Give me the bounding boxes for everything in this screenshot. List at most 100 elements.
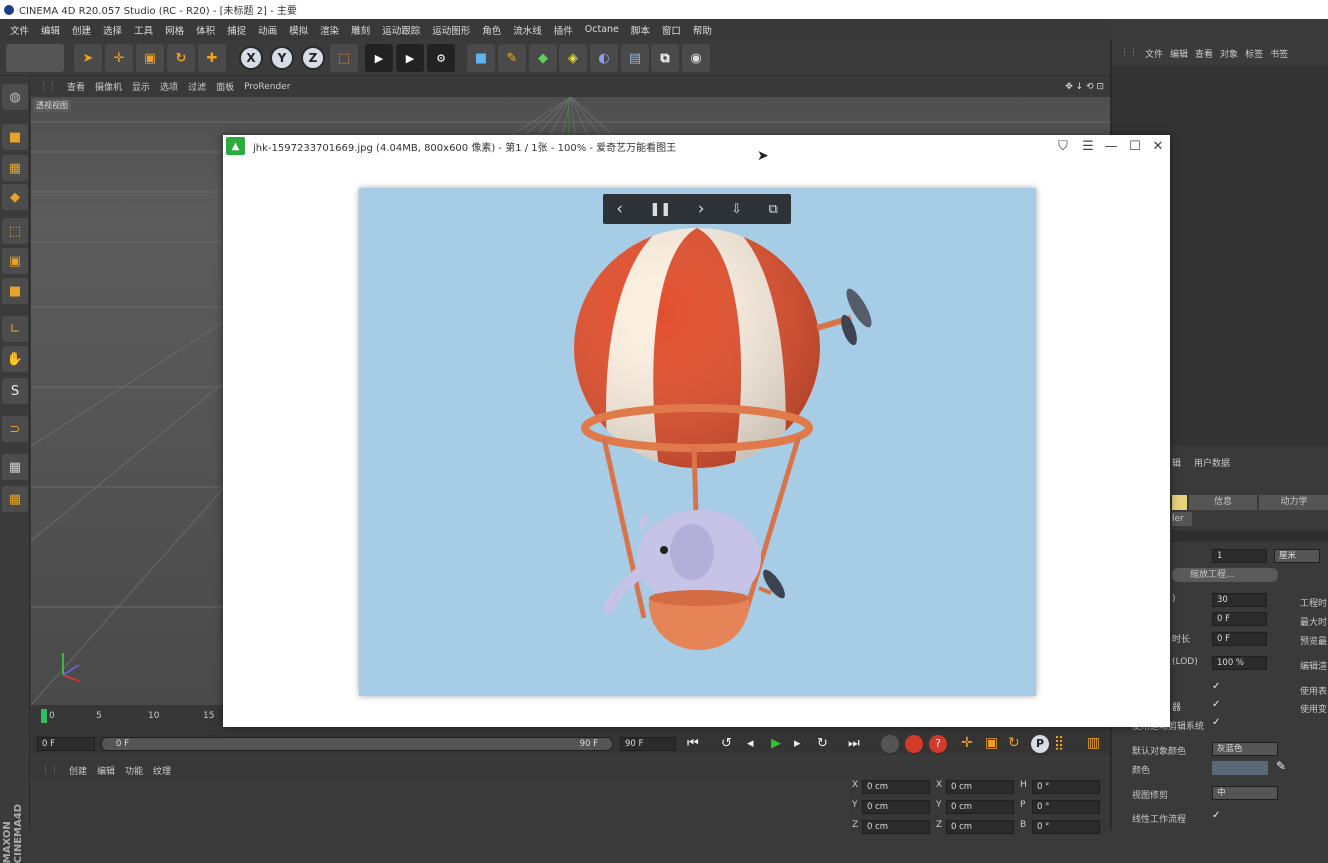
previous-image-icon[interactable]: ‹ — [616, 199, 623, 219]
prev-key-icon[interactable]: ↺ — [721, 736, 732, 751]
position-z-field[interactable]: 0 cm — [862, 820, 930, 834]
pen-icon[interactable]: ✎ — [498, 44, 526, 72]
rotate-icon[interactable]: ↻ — [167, 44, 195, 72]
view-clip-dropdown[interactable]: 中 — [1212, 786, 1278, 800]
color-swatch[interactable] — [1212, 761, 1268, 775]
objects-menu-view[interactable]: 查看 — [1195, 47, 1213, 60]
size-z-field[interactable]: 0 cm — [946, 820, 1014, 834]
timeline-window-icon[interactable]: ▥ — [1087, 735, 1100, 751]
workplane-grid-icon[interactable]: ▦ — [2, 486, 28, 512]
close-icon[interactable]: ✕ — [1148, 137, 1168, 155]
viewport-menu-filter[interactable]: 过滤 — [188, 80, 206, 93]
check-icon[interactable]: ✓ — [1212, 681, 1220, 692]
download-icon[interactable]: ⇩ — [731, 202, 742, 217]
workplane-lock-icon[interactable]: ▦ — [2, 454, 28, 480]
check-icon[interactable]: ✓ — [1212, 810, 1220, 821]
menu-sculpt[interactable]: 雕刻 — [345, 23, 376, 37]
camera-icon[interactable]: ⧉ — [651, 44, 679, 72]
magnet-icon[interactable]: ⊃ — [2, 416, 28, 442]
viewport-nav-icon[interactable]: ✥ ↓ ⟲ ⊡ — [1065, 82, 1104, 92]
end-frame-field[interactable]: 90 F — [620, 737, 676, 751]
key-move-icon[interactable]: ✛ — [961, 735, 973, 751]
snap-icon[interactable]: S — [2, 378, 28, 404]
transform-icon[interactable]: ✚ — [198, 44, 226, 72]
record-off-icon[interactable] — [881, 735, 899, 753]
array-icon[interactable]: ◈ — [559, 44, 587, 72]
material-menu-edit[interactable]: 编辑 — [97, 764, 115, 777]
lod-field[interactable]: 100 % — [1212, 656, 1267, 670]
viewport-menu-display[interactable]: 显示 — [132, 80, 150, 93]
menu-mesh[interactable]: 网格 — [159, 23, 190, 37]
position-y-field[interactable]: 0 cm — [862, 800, 930, 814]
material-menu-function[interactable]: 功能 — [125, 764, 143, 777]
menu-render[interactable]: 渲染 — [314, 23, 345, 37]
render-picture-viewer-icon[interactable]: ▶ — [396, 44, 424, 72]
menu-icon[interactable]: ☰ — [1078, 137, 1098, 155]
skin-icon[interactable]: ⛉ — [1053, 137, 1073, 155]
go-to-start-icon[interactable]: ⏮ — [687, 736, 699, 751]
min-time-field[interactable]: 0 F — [1212, 612, 1267, 626]
check-icon[interactable]: ✓ — [1212, 699, 1220, 710]
attr-subtab-active[interactable] — [1172, 495, 1187, 510]
prev-frame-icon[interactable]: ◂ — [747, 736, 754, 751]
next-frame-icon[interactable]: ▸ — [794, 736, 801, 751]
model-mode-icon[interactable]: ■ — [2, 124, 28, 150]
project-scale-unit-dropdown[interactable]: 厘米 — [1274, 549, 1320, 563]
viewer-title-bar[interactable]: jhk-1597233701669.jpg (4.04MB, 800x600 像… — [223, 135, 1170, 157]
points-mode-icon[interactable]: ⬚ — [2, 218, 28, 244]
edges-mode-icon[interactable]: ▣ — [2, 248, 28, 274]
frame-range-slider[interactable]: 0 F 90 F — [101, 737, 613, 751]
menu-octane[interactable]: Octane — [579, 24, 625, 35]
menu-simulate[interactable]: 模拟 — [283, 23, 314, 37]
go-to-end-icon[interactable]: ⏭ — [848, 736, 860, 751]
material-menu-create[interactable]: 创建 — [69, 764, 87, 777]
current-frame-field[interactable]: 0 F — [37, 737, 95, 751]
undo-redo-icon[interactable] — [6, 44, 64, 72]
viewport-menu-camera[interactable]: 摄像机 — [95, 80, 122, 93]
coordinate-system-icon[interactable]: ⬚ — [330, 44, 358, 72]
attr-tab-userdata[interactable]: 用户数据 — [1194, 456, 1230, 469]
menu-plugins[interactable]: 插件 — [548, 23, 579, 37]
y-axis-lock-icon[interactable]: Y — [270, 46, 294, 70]
viewport-menu-view[interactable]: 查看 — [67, 80, 85, 93]
objects-menu-edit[interactable]: 编辑 — [1170, 47, 1188, 60]
minimize-icon[interactable]: — — [1101, 137, 1121, 155]
material-manager[interactable] — [31, 780, 850, 830]
menu-file[interactable]: 文件 — [4, 23, 35, 37]
attr-tab-edit[interactable]: 辑 — [1172, 456, 1181, 469]
viewport-menu-prorender[interactable]: ProRender — [244, 82, 290, 92]
scale-project-button[interactable]: 缩放工程... — [1172, 568, 1278, 582]
menu-volume[interactable]: 体积 — [190, 23, 221, 37]
key-scale-icon[interactable]: ▣ — [985, 735, 998, 751]
subdivision-icon[interactable]: ◆ — [529, 44, 557, 72]
record-icon[interactable] — [905, 735, 923, 753]
next-image-icon[interactable]: › — [698, 199, 705, 219]
menu-animate[interactable]: 动画 — [252, 23, 283, 37]
fps-field[interactable]: 30 — [1212, 593, 1267, 607]
objects-menu-file[interactable]: 文件 — [1145, 47, 1163, 60]
z-axis-lock-icon[interactable]: Z — [301, 46, 325, 70]
deformer-icon[interactable]: ◐ — [590, 44, 618, 72]
menu-help[interactable]: 帮助 — [687, 23, 718, 37]
next-key-icon[interactable]: ↻ — [817, 736, 828, 751]
make-editable-icon[interactable]: ◍ — [2, 84, 28, 110]
tweak-mode-icon[interactable]: ✋ — [2, 346, 28, 372]
copy-image-icon[interactable]: ⧉ — [768, 202, 777, 217]
attr-subtab-dynamics[interactable]: 动力学 — [1259, 495, 1328, 510]
preview-time-field[interactable]: 0 F — [1212, 632, 1267, 646]
axis-mode-icon[interactable]: ∟ — [2, 316, 28, 342]
texture-mode-icon[interactable]: ▦ — [2, 155, 28, 181]
rotation-h-field[interactable]: 0 ° — [1032, 780, 1100, 794]
menu-select[interactable]: 选择 — [97, 23, 128, 37]
menu-create[interactable]: 创建 — [66, 23, 97, 37]
menu-window[interactable]: 窗口 — [656, 23, 687, 37]
menu-tools[interactable]: 工具 — [128, 23, 159, 37]
position-x-field[interactable]: 0 cm — [862, 780, 930, 794]
workplane-icon[interactable]: ◆ — [2, 184, 28, 210]
menu-motion-tracking[interactable]: 运动跟踪 — [376, 23, 426, 37]
key-param-icon[interactable]: P — [1031, 735, 1049, 753]
size-x-field[interactable]: 0 cm — [946, 780, 1014, 794]
rotation-p-field[interactable]: 0 ° — [1032, 800, 1100, 814]
auto-key-icon[interactable]: ? — [929, 735, 947, 753]
objects-menu-objects[interactable]: 对象 — [1220, 47, 1238, 60]
